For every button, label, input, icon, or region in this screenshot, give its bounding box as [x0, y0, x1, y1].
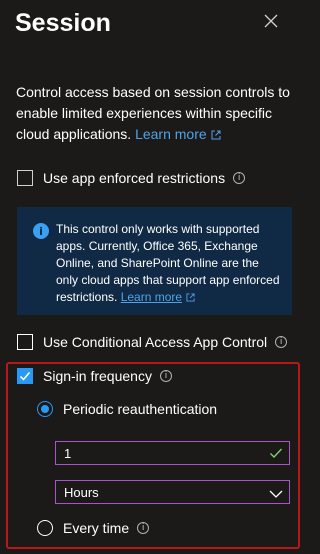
- every-time-label: Every time: [63, 520, 130, 536]
- external-link-icon: [211, 125, 221, 146]
- signin-frequency-label: Sign-in frequency: [43, 368, 152, 384]
- valid-check-icon: [269, 446, 283, 463]
- every-time-radio[interactable]: [37, 520, 53, 536]
- app-enforced-label: Use app enforced restrictions: [43, 170, 226, 186]
- info-filled-icon: i: [33, 223, 49, 239]
- frequency-unit-select[interactable]: Hours: [55, 480, 290, 504]
- panel-title: Session: [15, 9, 111, 37]
- frequency-value: 1: [64, 445, 72, 461]
- info-icon[interactable]: i: [159, 370, 172, 382]
- conditional-access-label: Use Conditional Access App Control: [43, 334, 268, 350]
- every-time-option[interactable]: Every time i: [37, 520, 150, 536]
- chevron-down-icon: [269, 487, 283, 502]
- info-icon[interactable]: i: [275, 336, 288, 348]
- notice-text: This control only works with supported a…: [56, 221, 284, 307]
- close-icon[interactable]: [264, 14, 282, 32]
- panel-description: Control access based on session controls…: [16, 82, 296, 146]
- checkmark-icon: [19, 371, 31, 381]
- info-notice: i This control only works with supported…: [17, 207, 292, 315]
- periodic-reauth-option[interactable]: Periodic reauthentication: [37, 401, 217, 417]
- frequency-value-input[interactable]: 1: [55, 441, 290, 465]
- info-icon[interactable]: i: [233, 172, 246, 184]
- app-enforced-checkbox[interactable]: [17, 170, 33, 186]
- frequency-unit: Hours: [64, 484, 99, 500]
- info-icon[interactable]: i: [137, 522, 150, 534]
- learn-more-link[interactable]: Learn more: [135, 126, 221, 142]
- app-enforced-option[interactable]: Use app enforced restrictions i: [17, 168, 246, 188]
- notice-learn-more-link[interactable]: Learn more: [121, 290, 195, 304]
- external-link-icon: [186, 290, 195, 307]
- periodic-reauth-radio[interactable]: [37, 401, 53, 417]
- periodic-reauth-label: Periodic reauthentication: [63, 401, 218, 417]
- signin-frequency-checkbox[interactable]: [17, 368, 33, 384]
- conditional-access-option[interactable]: Use Conditional Access App Control i: [17, 332, 288, 352]
- signin-frequency-option[interactable]: Sign-in frequency i: [17, 366, 172, 386]
- conditional-access-checkbox[interactable]: [17, 334, 33, 350]
